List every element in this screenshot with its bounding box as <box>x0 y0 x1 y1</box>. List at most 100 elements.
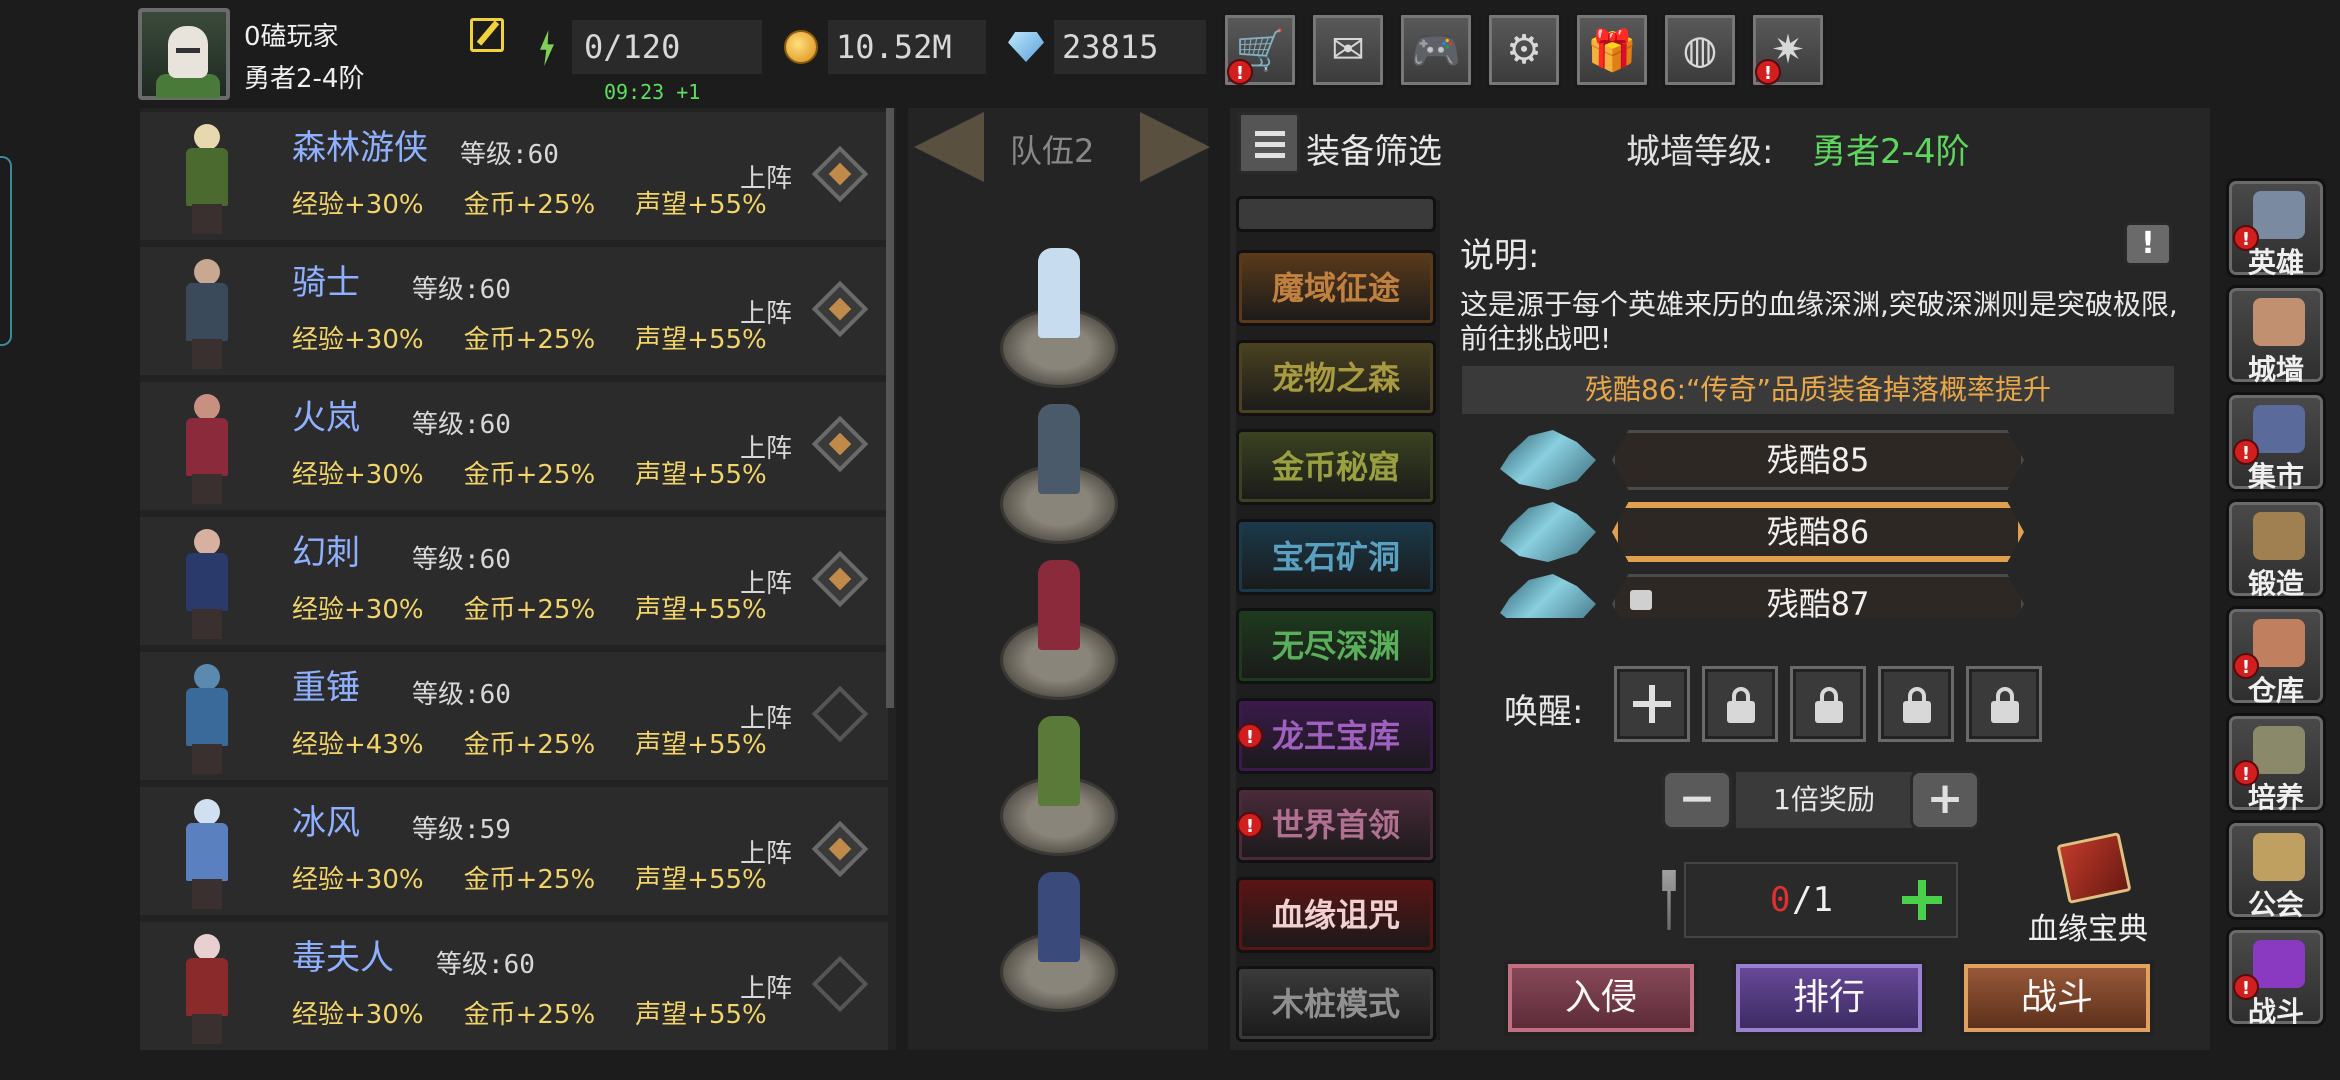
deploy-label[interactable]: 上阵 <box>740 293 792 330</box>
mode-button[interactable]: 宠物之森 <box>1236 339 1436 416</box>
alert-badge-icon: ! <box>2233 653 2259 679</box>
reward-decrease-button[interactable]: − <box>1662 770 1732 830</box>
hero-level: 等级:60 <box>412 680 511 710</box>
team-member-slot[interactable] <box>1000 404 1118 544</box>
info-icon[interactable]: ! <box>2124 222 2172 266</box>
gem-value: 23815 <box>1062 28 1159 66</box>
shop-cart-button[interactable]: 🛒! <box>1222 12 1298 88</box>
team-member-slot[interactable] <box>1000 716 1118 856</box>
crystal-icon <box>1500 430 1596 490</box>
deploy-label[interactable]: 上阵 <box>740 563 792 600</box>
difficulty-bonus-text: 残酷86:“传奇”品质装备掉落概率提升 <box>1462 366 2174 414</box>
mode-button[interactable]: 金币秘窟 <box>1236 429 1436 505</box>
side-nav-2[interactable]: 集市! <box>2226 392 2326 493</box>
hero-bonuses: 经验+30% 金币+25% 声望+55% <box>292 859 807 896</box>
deploy-label[interactable]: 上阵 <box>740 698 792 735</box>
awaken-locked-slot[interactable] <box>1702 666 1778 742</box>
deploy-label[interactable]: 上阵 <box>740 158 792 195</box>
difficulty-row[interactable]: 残酷86 <box>1500 498 2040 562</box>
hero-row[interactable]: 森林游侠 等级:60 经验+30% 金币+25% 声望+55% 上阵 <box>140 112 888 240</box>
mode-button[interactable]: 世界首领! <box>1236 787 1436 863</box>
gift-icon: 🎁 <box>1587 27 1637 74</box>
equipment-filter-label[interactable]: 装备筛选 <box>1306 124 1442 173</box>
add-ticket-icon[interactable] <box>1902 880 1942 920</box>
mode-button[interactable]: 龙王宝库! <box>1236 697 1436 774</box>
hero-row[interactable]: 骑士 等级:60 经验+30% 金币+25% 声望+55% 上阵 <box>140 247 888 375</box>
deploy-slot-icon[interactable] <box>811 550 869 608</box>
mode-button[interactable]: 无尽深渊 <box>1236 608 1436 684</box>
team-member-slot[interactable] <box>1000 560 1118 700</box>
invade-button[interactable]: 入侵 <box>1504 960 1698 1036</box>
deploy-slot-icon[interactable] <box>811 955 869 1013</box>
hero-name: 重锤 <box>292 668 360 708</box>
hero-portrait <box>164 388 250 506</box>
player-avatar[interactable] <box>138 8 230 100</box>
deploy-label[interactable]: 上阵 <box>740 428 792 465</box>
hero-row[interactable]: 火岚 等级:60 经验+30% 金币+25% 声望+55% 上阵 <box>140 382 888 510</box>
awaken-locked-slot[interactable] <box>1966 666 2042 742</box>
hero-row[interactable]: 冰风 等级:59 经验+30% 金币+25% 声望+55% 上阵 <box>140 787 888 915</box>
deploy-slot-icon[interactable] <box>811 280 869 338</box>
side-nav-1[interactable]: 城墙 <box>2226 285 2326 386</box>
mode-button[interactable]: 宝石矿洞 <box>1236 518 1436 595</box>
deploy-label[interactable]: 上阵 <box>740 968 792 1005</box>
hero-row[interactable]: 重锤 等级:60 经验+43% 金币+25% 声望+55% 上阵 <box>140 652 888 780</box>
alert-badge-icon: ! <box>1755 59 1781 85</box>
deploy-label[interactable]: 上阵 <box>740 833 792 870</box>
difficulty-row[interactable]: 残酷85 <box>1500 426 2040 490</box>
equipment-filter-button[interactable] <box>1238 112 1300 174</box>
mode-button[interactable]: 魔域征途 <box>1236 250 1436 326</box>
deploy-slot-icon[interactable] <box>811 820 869 878</box>
difficulty-row[interactable]: 残酷87 <box>1500 570 2040 618</box>
alert-badge-icon: ! <box>2233 225 2259 251</box>
team-member-slot[interactable] <box>1000 248 1118 388</box>
deploy-slot-icon[interactable] <box>811 145 869 203</box>
team-member-slot[interactable] <box>1000 872 1118 1012</box>
awaken-add-slot[interactable] <box>1614 666 1690 742</box>
hero-row[interactable]: 幻刺 等级:60 经验+30% 金币+25% 声望+55% 上阵 <box>140 517 888 645</box>
side-nav-icon <box>2253 726 2305 774</box>
edit-name-icon[interactable] <box>470 18 504 52</box>
side-nav-5[interactable]: 培养! <box>2226 713 2326 814</box>
side-nav-0[interactable]: 英雄! <box>2226 178 2326 279</box>
deploy-slot-icon[interactable] <box>811 685 869 743</box>
mail-button[interactable]: ✉ <box>1310 12 1386 88</box>
hero-portrait <box>164 253 250 371</box>
mode-button[interactable]: 血缘诅咒 <box>1236 876 1436 953</box>
hero-bonus-gold: 金币+25% <box>463 730 596 760</box>
deploy-slot-icon[interactable] <box>811 415 869 473</box>
difficulty-list[interactable]: 残酷85 残酷86 残酷87 <box>1500 426 2040 618</box>
ranking-button[interactable]: 排行 <box>1732 960 1926 1036</box>
hero-list-scrollbar[interactable] <box>886 108 894 708</box>
lottery-wheel-button[interactable]: ◍ <box>1662 12 1738 88</box>
reward-increase-button[interactable]: + <box>1910 770 1980 830</box>
fight-button[interactable]: 战斗 <box>1960 960 2154 1036</box>
hero-bonus-gold: 金币+25% <box>463 865 596 895</box>
mode-button-partial[interactable] <box>1236 196 1436 232</box>
hero-portrait <box>164 523 250 641</box>
hero-name: 幻刺 <box>292 533 360 573</box>
awaken-locked-slot[interactable] <box>1790 666 1866 742</box>
hero-bonuses: 经验+30% 金币+25% 声望+55% <box>292 184 807 221</box>
settings-gear-button[interactable]: ⚙ <box>1486 12 1562 88</box>
side-nav-6[interactable]: 公会 <box>2226 820 2326 921</box>
hero-level: 等级:60 <box>412 275 511 305</box>
mode-label: 宠物之森 <box>1271 358 1400 397</box>
mode-button[interactable]: 木桩模式 <box>1236 966 1436 1042</box>
lock-icon <box>1630 590 1652 610</box>
codex-label[interactable]: 血缘宝典 <box>2028 904 2148 948</box>
side-nav-4[interactable]: 仓库! <box>2226 606 2326 707</box>
hero-level: 等级:60 <box>412 410 511 440</box>
hero-bonus-gold: 金币+25% <box>463 325 596 355</box>
side-nav-7[interactable]: 战斗! <box>2226 927 2326 1028</box>
hero-bonuses: 经验+43% 金币+25% 声望+55% <box>292 724 807 761</box>
gamepad-button[interactable]: 🎮 <box>1398 12 1474 88</box>
ticket-max: /1 <box>1792 880 1833 920</box>
mode-label: 宝石矿洞 <box>1271 537 1400 576</box>
fireworks-button[interactable]: ✷! <box>1750 12 1826 88</box>
awaken-locked-slot[interactable] <box>1878 666 1954 742</box>
mode-label: 无尽深渊 <box>1271 627 1400 665</box>
hero-row[interactable]: 毒夫人 等级:60 经验+30% 金币+25% 声望+55% 上阵 <box>140 922 888 1050</box>
gift-button[interactable]: 🎁 <box>1574 12 1650 88</box>
side-nav-3[interactable]: 锻造 <box>2226 499 2326 600</box>
